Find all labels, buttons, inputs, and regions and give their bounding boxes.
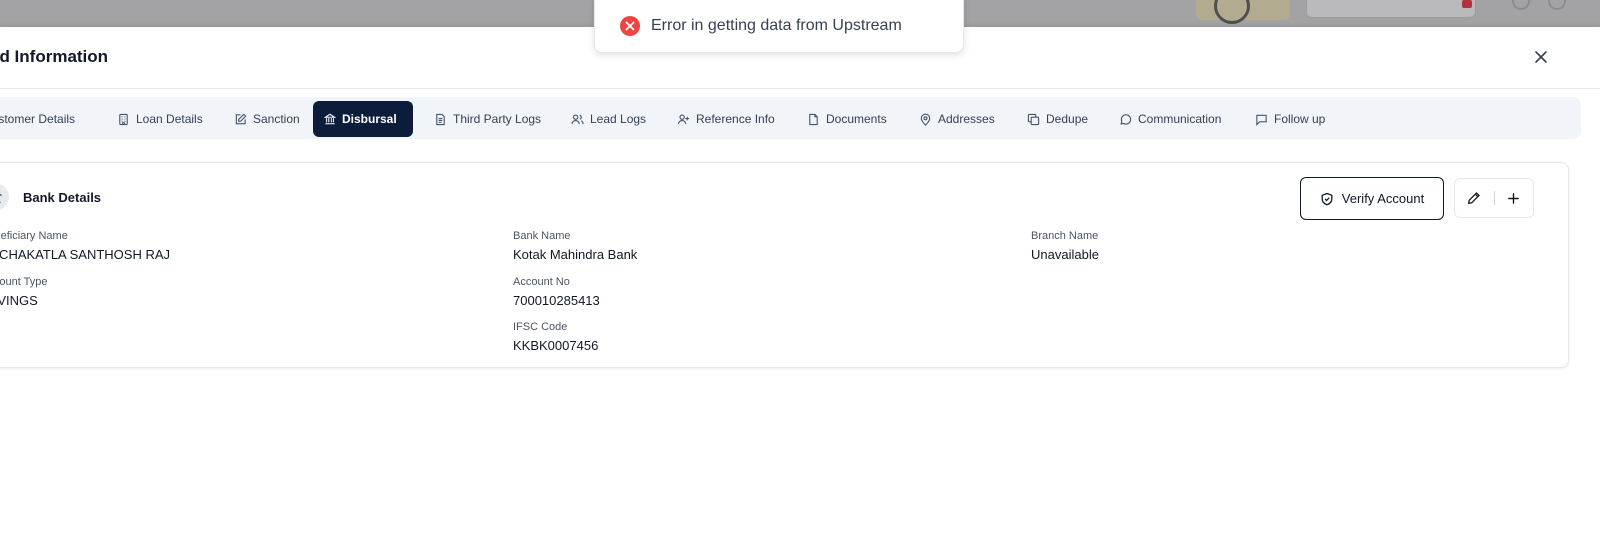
tab-label: Addresses: [938, 112, 995, 126]
modal-title: ad Information: [0, 47, 109, 66]
add-button[interactable]: [1494, 179, 1533, 217]
field-label: Beneficiary Name: [0, 230, 68, 242]
field-value: RACHAKATLA SANTHOSH RAJ: [0, 247, 171, 262]
error-toast: Error in getting data from Upstream: [594, 0, 964, 53]
tab-label: Follow up: [1274, 112, 1326, 126]
field-label: Account No: [513, 276, 570, 288]
shield-check-icon: [1321, 192, 1333, 205]
user-plus-icon: [677, 113, 690, 124]
file-icon: [809, 113, 818, 125]
brand-logo: [1196, 0, 1290, 24]
field-label: Branch Name: [1031, 230, 1099, 242]
tab-lead-logs[interactable]: Lead Logs: [560, 101, 657, 137]
settings-icon: [1512, 0, 1530, 10]
ifsc-code-field: IFSC Code KKBK0007456: [513, 321, 598, 353]
profile-icon: [1548, 0, 1566, 10]
pencil-icon: [1468, 192, 1481, 205]
tab-communication[interactable]: Communication: [1108, 101, 1232, 137]
field-value: Unavailable: [1031, 247, 1099, 262]
header-search-field: [1306, 0, 1476, 18]
tab-label: Documents: [826, 112, 887, 126]
tab-bar: Customer Details Loan Details Sanction D…: [0, 97, 1581, 139]
tab-reference-info[interactable]: Reference Info: [666, 101, 786, 137]
field-label: IFSC Code: [513, 321, 568, 333]
bank-details-card: Bank Details Verify Account Beneficiary …: [0, 162, 1569, 368]
tab-label: Lead Logs: [590, 112, 647, 126]
close-button[interactable]: [1531, 47, 1551, 67]
tab-label: Reference Info: [696, 112, 775, 126]
verify-account-button[interactable]: Verify Account: [1300, 177, 1444, 220]
branch-name-field: Branch Name Unavailable: [1031, 230, 1099, 262]
tab-label: Disbursal: [342, 112, 397, 126]
field-value: Kotak Mahindra Bank: [513, 247, 638, 262]
copy-icon: [1027, 113, 1040, 125]
edit-icon: [235, 113, 247, 124]
edit-button[interactable]: [1455, 179, 1494, 217]
tab-sanction[interactable]: Sanction: [223, 101, 311, 137]
field-value: SAVINGS: [0, 293, 38, 308]
account-no-field: Account No 700010285413: [513, 276, 600, 308]
file-text-icon: [436, 113, 445, 125]
users-icon: [571, 113, 584, 124]
bank-icon: [0, 193, 2, 204]
field-label: Bank Name: [513, 230, 571, 242]
field-label: Account Type: [0, 276, 48, 288]
card-action-group: [1454, 178, 1534, 218]
tab-third-party-logs[interactable]: Third Party Logs: [423, 101, 552, 137]
bank-badge: [0, 183, 9, 211]
tab-label: Dedupe: [1046, 112, 1089, 126]
field-value: 700010285413: [513, 293, 600, 308]
tab-loan-details[interactable]: Loan Details: [106, 101, 214, 137]
tab-customer-details[interactable]: Customer Details: [0, 101, 86, 137]
field-value: KKBK0007456: [513, 338, 599, 353]
tab-disbursal[interactable]: Disbursal: [313, 101, 413, 137]
close-icon: [1535, 51, 1547, 63]
error-icon: [620, 15, 640, 36]
account-type-field: Account Type SAVINGS: [0, 276, 47, 308]
tab-follow-up[interactable]: Follow up: [1244, 101, 1336, 137]
notification-dot: [1462, 0, 1472, 8]
tab-addresses[interactable]: Addresses: [908, 101, 1006, 137]
message-square-icon: [1256, 114, 1267, 126]
map-pin-icon: [920, 113, 931, 126]
plus-icon: [1508, 192, 1520, 204]
building-icon: [119, 113, 128, 125]
tab-label: Third Party Logs: [453, 112, 542, 126]
card-title: Bank Details: [23, 190, 102, 205]
lead-information-modal: ad Information Customer Details Loan Det…: [0, 27, 1600, 545]
bank-name-field: Bank Name Kotak Mahindra Bank: [513, 230, 637, 262]
beneficiary-name-field: Beneficiary Name RACHAKATLA SANTHOSH RAJ: [0, 230, 170, 262]
tab-dedupe[interactable]: Dedupe: [1016, 101, 1099, 137]
toast-message: Error in getting data from Upstream: [651, 16, 902, 34]
message-circle-icon: [1120, 113, 1132, 125]
tab-documents[interactable]: Documents: [796, 101, 898, 137]
tab-label: Sanction: [253, 112, 300, 126]
tab-label: Loan Details: [136, 112, 203, 126]
verify-account-label: Verify Account: [1341, 191, 1425, 206]
tab-label: Customer Details: [0, 112, 76, 126]
tab-label: Communication: [1138, 112, 1222, 126]
bank-icon: [324, 113, 336, 125]
